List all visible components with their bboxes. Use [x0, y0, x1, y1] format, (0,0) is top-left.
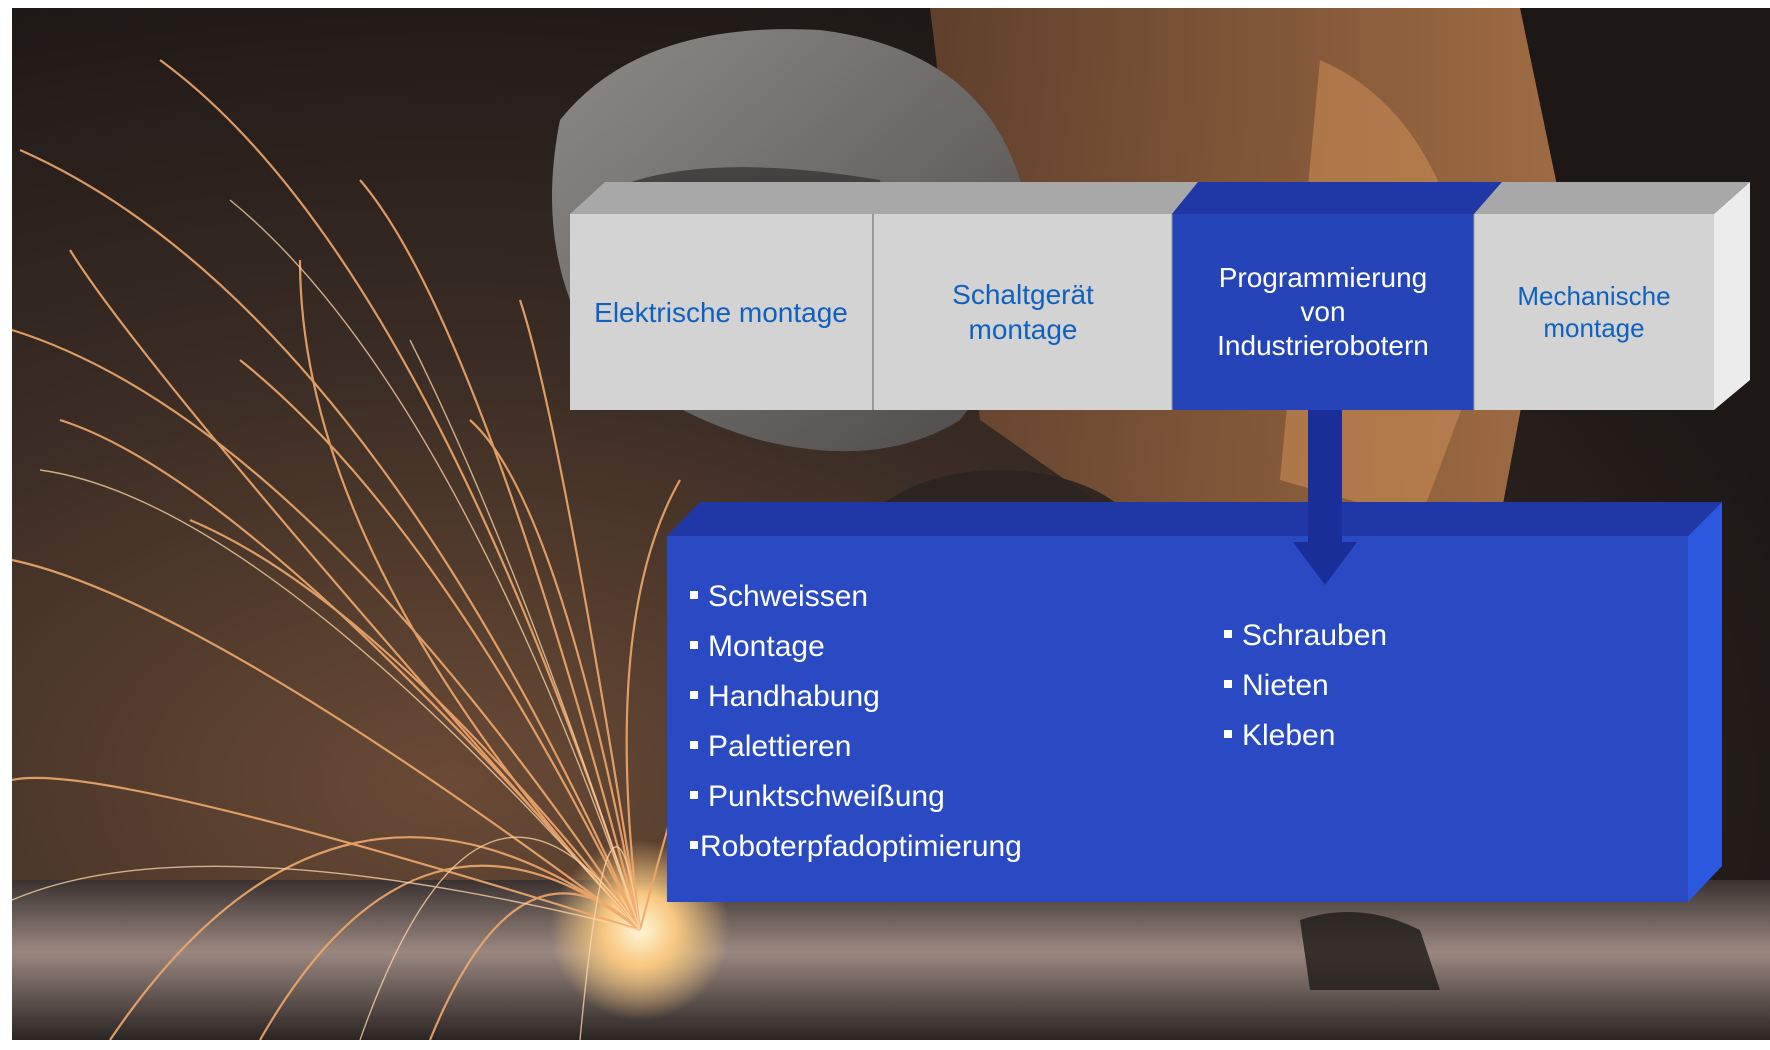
list-item-label: Punktschweißung [708, 780, 945, 813]
bullet-icon [690, 791, 698, 800]
tab-mechanische-montage[interactable]: Mechanische montage [1474, 214, 1714, 410]
tab-bar-top-face-right [1474, 182, 1750, 214]
panel-top-face [667, 502, 1722, 536]
list-item: Punktschweißung [690, 772, 1022, 822]
detail-list-right: Schrauben Nieten Kleben [1224, 611, 1387, 761]
list-item-label: Schweissen [708, 580, 869, 613]
tab-elektrische-montage[interactable]: Elektrische montage [570, 214, 872, 410]
tab-label-line: Schaltgerät [952, 279, 1094, 310]
list-item-label: Montage [708, 630, 825, 663]
list-item-label: Nieten [1242, 669, 1329, 702]
list-item-label: Palettieren [708, 730, 852, 763]
connector-arrow-shaft [1308, 410, 1342, 542]
tab-label-line: montage [968, 314, 1078, 345]
panel-side-face [1688, 502, 1722, 902]
list-item: Palettieren [690, 722, 1022, 772]
detail-list-left: Schweissen Montage Handhabung Palettiere… [690, 572, 1022, 872]
list-item: Montage [690, 622, 1022, 672]
bullet-icon [1224, 730, 1232, 739]
bullet-icon [690, 841, 698, 850]
slide: Elektrische montage Schaltgerät montage … [0, 0, 1770, 1050]
bullet-icon [1224, 680, 1232, 689]
list-item: Handhabung [690, 672, 1022, 722]
tab-label-line: montage [1543, 313, 1645, 343]
welding-photo [0, 0, 1770, 1050]
tab-schaltgeraet-montage[interactable]: Schaltgerät montage [874, 214, 1172, 410]
list-item: Roboterpfadoptimierung [690, 822, 1022, 872]
bullet-icon [1224, 630, 1232, 639]
tab-label-line: Mechanische [1517, 280, 1671, 311]
list-item-label: Schrauben [1242, 619, 1388, 652]
list-item-label: Roboterpfadoptimierung [700, 830, 1022, 863]
tab-label-line: von [1300, 295, 1346, 327]
tab-label-line: Industrierobotern [1217, 330, 1429, 362]
tab-label-line: Programmierung [1218, 261, 1428, 293]
list-item: Schweissen [690, 572, 1022, 622]
tab-bar-top-face [570, 182, 1198, 214]
bullet-icon [690, 741, 698, 750]
tab-active-top-face [1172, 182, 1502, 214]
list-item: Nieten [1224, 661, 1387, 711]
bullet-icon [690, 591, 698, 600]
tab-programmierung-industrieroboter[interactable]: Programmierung von Industrierobotern [1172, 214, 1474, 410]
list-item-label: Handhabung [708, 680, 880, 713]
bullet-icon [690, 641, 698, 650]
bullet-icon [690, 691, 698, 700]
list-item: Kleben [1224, 711, 1387, 761]
tab-label-line: Elektrische montage [594, 296, 848, 328]
tab-bar-side-face [1714, 182, 1750, 410]
list-item-label: Kleben [1242, 719, 1336, 752]
list-item: Schrauben [1224, 611, 1387, 661]
